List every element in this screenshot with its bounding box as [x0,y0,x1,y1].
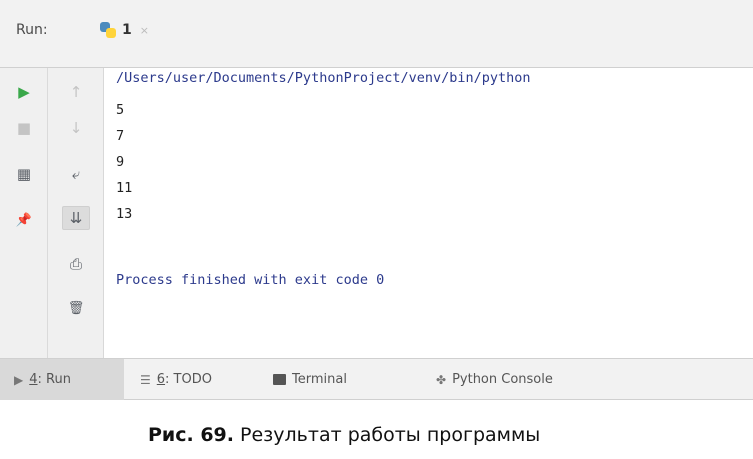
left-toolbar: ▶ ■ ▦ 📌 [0,68,48,358]
todo-icon: ☰ [140,372,151,387]
python-file-icon [100,22,116,38]
figure-caption: Рис. 69. Результат работы программы [0,424,753,446]
tab-run-mnemonic: 4 [29,372,38,387]
tab-todo-text: : TODO [165,372,212,387]
console-toolbar: ↑ ↓ ⤶ ⇊ ⎙ 🗑 [48,68,104,358]
exit-message: Process finished with exit code 0 [116,272,385,288]
play-icon: ▶ [18,83,30,101]
arrow-up-icon: ↑ [69,83,83,101]
run-tab-label: 1 [122,22,132,38]
close-icon[interactable]: × [140,24,149,37]
soft-wrap-icon: ⤶ [71,165,81,183]
stop-icon: ■ [16,119,32,137]
output-line: 9 [116,154,125,170]
run-icon: ▶ [14,372,24,387]
console-output[interactable]: /Users/user/Documents/PythonProject/venv… [106,68,753,358]
run-tool-body: ▶ ■ ▦ 📌 ↑ ↓ ⤶ ⇊ ⎙ 🗑 /Users/user/Document… [0,68,753,358]
soft-wrap-button[interactable]: ⤶ [62,162,90,186]
arrow-down-icon: ↓ [69,119,83,137]
trash-icon: 🗑 [67,300,85,316]
output-line: 13 [116,206,133,222]
scroll-to-end-button[interactable]: ⇊ [62,206,90,230]
pin-icon: 📌 [15,212,33,228]
caption-number: Рис. 69. [148,424,234,446]
run-tool-window-header: Run: 1 × [0,0,753,68]
layout-button[interactable]: ▦ [10,162,38,186]
tab-todo-mnemonic: 6 [156,372,166,387]
stop-button[interactable]: ■ [10,116,38,140]
terminal-icon [273,374,286,385]
command-line: /Users/user/Documents/PythonProject/venv… [116,70,531,86]
pin-button[interactable]: 📌 [10,208,38,232]
tab-todo-label: 6: TODO [157,372,212,387]
tab-python-console[interactable]: ✤ Python Console [436,359,553,400]
output-line: 7 [116,128,125,144]
down-button[interactable]: ↓ [62,116,90,140]
scroll-to-end-icon: ⇊ [69,209,83,227]
layout-icon: ▦ [16,165,32,183]
tab-run-text: : Run [37,372,71,387]
print-icon: ⎙ [69,255,82,273]
caption-text: Результат работы программы [234,424,541,446]
rerun-button[interactable]: ▶ [10,80,38,104]
print-button[interactable]: ⎙ [62,252,90,276]
tab-run[interactable]: ▶ 4: Run [0,359,124,400]
output-line: 5 [116,102,125,118]
bottom-tool-strip: ▶ 4: Run ☰ 6: TODO Terminal ✤ Python Con… [0,358,753,400]
python-console-icon: ✤ [436,372,447,387]
up-button[interactable]: ↑ [62,80,90,104]
tab-terminal-label: Terminal [292,372,347,387]
run-tab[interactable]: 1 × [90,14,159,46]
output-line: 11 [116,180,133,196]
tab-todo[interactable]: ☰ 6: TODO [140,359,212,400]
tab-run-label: 4: Run [29,372,71,387]
tab-terminal[interactable]: Terminal [273,359,347,400]
clear-button[interactable]: 🗑 [62,296,90,320]
run-label: Run: [16,22,48,38]
tab-python-console-label: Python Console [452,372,553,387]
